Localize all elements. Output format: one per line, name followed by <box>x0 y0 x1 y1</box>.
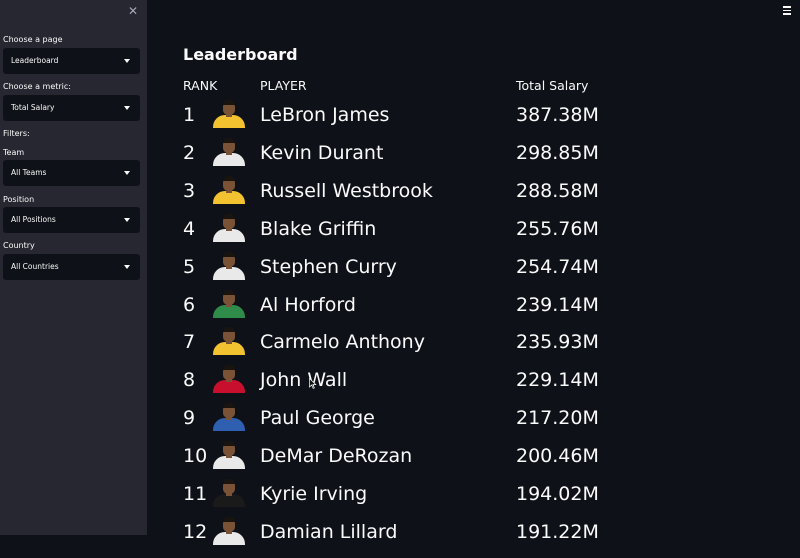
salary-cell: 200.46M <box>516 445 599 468</box>
salary-cell: 239.14M <box>516 293 599 316</box>
player-name-cell: Al Horford <box>260 293 356 316</box>
player-name-cell: DeMar DeRozan <box>260 445 413 468</box>
mouse-cursor-icon <box>309 378 317 389</box>
player-avatar <box>210 325 248 356</box>
player-avatar <box>210 515 248 545</box>
player-name-cell: Paul George <box>260 407 375 430</box>
player-name-cell: John Wall <box>260 369 348 392</box>
salary-cell: 298.85M <box>516 141 599 164</box>
rank-cell: 7 <box>183 331 196 354</box>
salary-cell: 254.74M <box>516 255 599 278</box>
player-avatar <box>210 477 248 507</box>
page-select-label: Choose a page <box>3 35 63 44</box>
table-row: 10 DeMar DeRozan 200.46M <box>0 441 800 482</box>
player-column-header: PLAYER <box>260 78 307 93</box>
metric-column-header: Total Salary <box>516 78 589 93</box>
player-avatar <box>210 363 248 394</box>
player-avatar <box>210 136 248 166</box>
table-row: 12 Damian Lillard 191.22M <box>0 516 800 558</box>
player-name-cell: Carmelo Anthony <box>260 331 425 354</box>
player-avatar <box>210 439 248 470</box>
table-row: 8 John Wall 229.14M <box>0 365 800 406</box>
player-avatar <box>210 212 248 242</box>
player-name-cell: Kyrie Irving <box>260 483 368 505</box>
table-row: 5 Stephen Curry 254.74M <box>0 251 800 293</box>
player-name-cell: Stephen Curry <box>260 255 397 278</box>
rank-cell: 3 <box>183 179 196 202</box>
player-avatar <box>210 250 248 280</box>
salary-cell: 255.76M <box>516 217 599 240</box>
rank-cell: 9 <box>183 407 196 430</box>
player-avatar <box>210 174 248 204</box>
rank-column-header: RANK <box>183 78 218 93</box>
player-name-cell: Kevin Durant <box>260 141 384 164</box>
rank-cell: 4 <box>183 217 196 240</box>
player-avatar <box>210 288 248 318</box>
player-name-cell: Blake Griffin <box>260 217 377 240</box>
metric-select-label: Choose a metric: <box>3 82 71 91</box>
rank-cell: 5 <box>183 255 196 278</box>
rank-cell: 12 <box>183 520 208 543</box>
page-select-value: Leaderboard <box>11 56 59 65</box>
rank-cell: 10 <box>183 445 208 468</box>
table-row: 3 Russell Westbrook 288.58M <box>0 175 800 217</box>
close-sidebar-icon[interactable]: ✕ <box>128 5 140 17</box>
player-name-cell: LeBron James <box>260 104 390 126</box>
page-title: Leaderboard <box>183 45 298 64</box>
player-name-cell: Russell Westbrook <box>260 179 433 202</box>
rank-cell: 11 <box>183 483 208 505</box>
page-select[interactable]: Leaderboard <box>3 48 140 74</box>
salary-cell: 235.93M <box>516 331 599 354</box>
player-avatar <box>210 401 248 432</box>
salary-cell: 194.02M <box>516 483 599 505</box>
rank-cell: 2 <box>183 141 196 164</box>
rank-cell: 1 <box>183 104 196 126</box>
table-row: 9 Paul George 217.20M <box>0 403 800 444</box>
table-row: 7 Carmelo Anthony 235.93M <box>0 327 800 368</box>
player-name-cell: Damian Lillard <box>260 520 398 543</box>
table-row: 11 Kyrie Irving 194.02M <box>0 479 800 520</box>
table-row: 6 Al Horford 239.14M <box>0 289 800 331</box>
salary-cell: 288.58M <box>516 179 599 202</box>
table-row: 1 LeBron James 387.38M <box>0 100 800 141</box>
salary-cell: 217.20M <box>516 407 599 430</box>
salary-cell: 191.22M <box>516 520 599 543</box>
salary-cell: 387.38M <box>516 104 599 126</box>
player-avatar <box>210 98 248 128</box>
table-row: 2 Kevin Durant 298.85M <box>0 137 800 179</box>
salary-cell: 229.14M <box>516 369 599 392</box>
chevron-down-icon <box>124 59 130 63</box>
hamburger-menu-icon[interactable] <box>783 6 793 16</box>
rank-cell: 6 <box>183 293 196 316</box>
table-row: 4 Blake Griffin 255.76M <box>0 213 800 255</box>
rank-cell: 8 <box>183 369 196 392</box>
